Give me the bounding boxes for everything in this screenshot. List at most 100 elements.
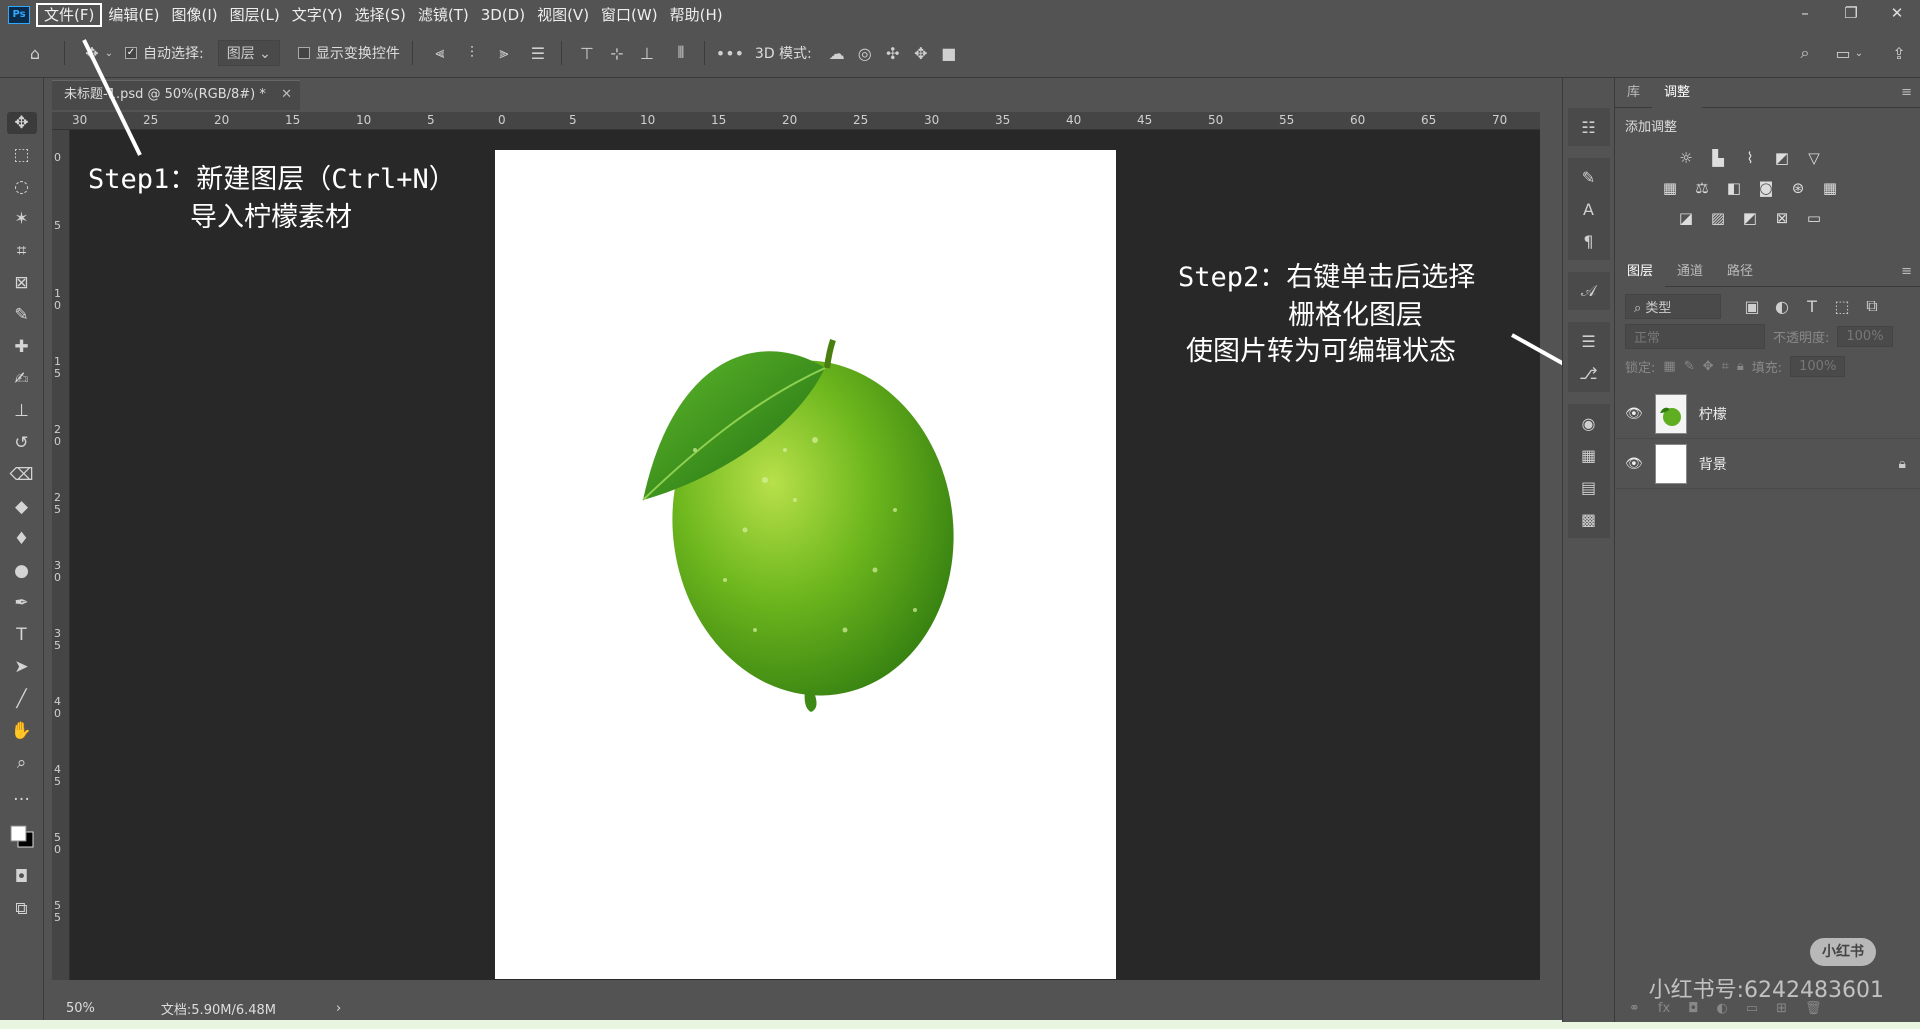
lock-all-icon[interactable]: 🔒︎: [1737, 359, 1744, 374]
frame-tool-icon[interactable]: ⊠: [7, 272, 37, 294]
menu-layer[interactable]: 图层(L): [224, 3, 286, 27]
minimize-button[interactable]: –: [1782, 0, 1828, 26]
menu-file[interactable]: 文件(F): [36, 2, 103, 27]
menu-edit[interactable]: 编辑(E): [102, 3, 165, 27]
marquee-tool-icon[interactable]: ⬚: [7, 144, 37, 166]
channel-mixer-icon[interactable]: ⊛: [1787, 177, 1809, 199]
align-bottom-icon[interactable]: ⊥: [636, 42, 658, 64]
filter-adjustment-icon[interactable]: ◐: [1771, 295, 1793, 317]
menu-window[interactable]: 窗口(W): [595, 3, 664, 27]
paragraph-icon[interactable]: ¶: [1578, 230, 1600, 252]
filter-shape-icon[interactable]: ⬚: [1831, 295, 1853, 317]
menu-type[interactable]: 文字(Y): [286, 3, 349, 27]
chevron-down-icon[interactable]: ⌄: [103, 42, 115, 64]
menu-3d[interactable]: 3D(D): [475, 3, 531, 27]
tab-channels[interactable]: 通道: [1665, 257, 1715, 287]
paint-bucket-tool-icon[interactable]: ◆: [7, 496, 37, 518]
paths-icon[interactable]: ⎇: [1578, 362, 1600, 384]
align-right-icon[interactable]: ⫸: [493, 42, 515, 64]
layer-row-background[interactable]: 👁︎ 背景 🔒︎: [1615, 439, 1920, 489]
threshold-icon[interactable]: ◩: [1739, 207, 1761, 229]
tab-paths[interactable]: 路径: [1715, 257, 1765, 287]
restore-button[interactable]: ❐: [1828, 0, 1874, 26]
brightness-icon[interactable]: ☼: [1675, 147, 1697, 169]
vibrance-icon[interactable]: ▽: [1803, 147, 1825, 169]
type-tool-icon[interactable]: T: [7, 624, 37, 646]
glyphs-icon[interactable]: 𝒜: [1578, 280, 1600, 302]
magic-wand-tool-icon[interactable]: ✶: [7, 208, 37, 230]
workspace-chevron-icon[interactable]: ⌄: [1848, 42, 1870, 64]
align-top-icon[interactable]: ⊤: [576, 42, 598, 64]
lock-artboard-icon[interactable]: ⌗: [1722, 359, 1729, 374]
document-tab[interactable]: 未标题-1.psd @ 50%(RGB/8#) * ✕: [52, 80, 300, 110]
stamp-tool-icon[interactable]: ⊥: [7, 400, 37, 422]
layer-row-lemon[interactable]: 👁︎ 柠檬: [1615, 389, 1920, 439]
tab-libraries[interactable]: 库: [1615, 78, 1652, 108]
menu-image[interactable]: 图像(I): [166, 3, 224, 27]
screen-mode-icon[interactable]: ⧉: [7, 898, 37, 920]
eyedropper-tool-icon[interactable]: ✎: [7, 304, 37, 326]
path-selection-tool-icon[interactable]: ➤: [7, 656, 37, 678]
invert-icon[interactable]: ◪: [1675, 207, 1697, 229]
zoom-level[interactable]: 50%: [66, 1001, 95, 1016]
home-icon[interactable]: ⌂: [24, 42, 46, 64]
menu-filter[interactable]: 滤镜(T): [412, 3, 475, 27]
visibility-eye-icon[interactable]: 👁︎: [1625, 456, 1643, 472]
align-left-icon[interactable]: ⫷: [429, 42, 451, 64]
selective-color-icon[interactable]: ⊠: [1771, 207, 1793, 229]
lock-image-icon[interactable]: ✎: [1684, 359, 1695, 374]
3d-camera-icon[interactable]: ■: [938, 42, 960, 64]
properties-icon[interactable]: ☷: [1578, 116, 1600, 138]
healing-brush-tool-icon[interactable]: ✚: [7, 336, 37, 358]
lock-position-icon[interactable]: ✥: [1703, 359, 1714, 374]
crop-tool-icon[interactable]: ⌗: [7, 240, 37, 262]
eraser-tool-icon[interactable]: ⌫: [7, 464, 37, 486]
color-lookup-icon[interactable]: ▦: [1819, 177, 1841, 199]
menu-view[interactable]: 视图(V): [531, 3, 595, 27]
exposure-icon[interactable]: ◩: [1771, 147, 1793, 169]
menu-select[interactable]: 选择(S): [349, 3, 412, 27]
3d-pan-icon[interactable]: ✣: [882, 42, 904, 64]
quick-mask-icon[interactable]: ◘: [7, 866, 37, 888]
swatches-icon[interactable]: ▦: [1578, 444, 1600, 466]
dodge-tool-icon[interactable]: ●: [7, 560, 37, 582]
hue-saturation-icon[interactable]: ▦: [1659, 177, 1681, 199]
menu-help[interactable]: 帮助(H): [664, 3, 729, 27]
3d-slide-icon[interactable]: ✥: [910, 42, 932, 64]
adjustments-sliders-icon[interactable]: ☰: [1578, 330, 1600, 352]
more-options-icon[interactable]: •••: [716, 42, 744, 64]
photo-filter-icon[interactable]: ◙: [1755, 177, 1777, 199]
lasso-tool-icon[interactable]: ◌: [7, 176, 37, 198]
color-palette-icon[interactable]: ◉: [1578, 412, 1600, 434]
document-canvas[interactable]: [495, 150, 1116, 979]
search-icon[interactable]: ⌕: [1794, 42, 1816, 64]
layer-name-background[interactable]: 背景: [1699, 454, 1727, 474]
close-tab-icon[interactable]: ✕: [281, 81, 292, 109]
color-balance-icon[interactable]: ⚖: [1691, 177, 1713, 199]
layer-name-lemon[interactable]: 柠檬: [1699, 404, 1727, 424]
distribute-icon[interactable]: ☰: [527, 42, 549, 64]
character-icon[interactable]: A: [1578, 198, 1600, 220]
history-brush-tool-icon[interactable]: ↺: [7, 432, 37, 454]
layers-panel-menu-icon[interactable]: ≡: [1901, 264, 1912, 279]
filter-smart-object-icon[interactable]: ⧉: [1861, 295, 1883, 317]
hand-tool-icon[interactable]: ✋: [7, 720, 37, 742]
curves-icon[interactable]: ⌇: [1739, 147, 1761, 169]
line-tool-icon[interactable]: ╱: [7, 688, 37, 710]
auto-select-checkbox[interactable]: ✓: [125, 47, 137, 59]
blur-tool-icon[interactable]: ♦: [7, 528, 37, 550]
zoom-tool-icon[interactable]: ⌕: [7, 752, 37, 774]
posterize-icon[interactable]: ▨: [1707, 207, 1729, 229]
color-swatches-icon[interactable]: [7, 816, 37, 856]
panel-menu-icon[interactable]: ≡: [1901, 85, 1912, 100]
3d-orbit-icon[interactable]: ☁: [826, 42, 848, 64]
align-center-icon[interactable]: ⫶: [461, 42, 483, 64]
gradients-icon[interactable]: ▤: [1578, 476, 1600, 498]
layer-filter-dropdown[interactable]: ⌕ 类型: [1625, 293, 1721, 319]
link-layers-icon[interactable]: ⚭: [1629, 1001, 1640, 1016]
filter-type-icon[interactable]: T: [1801, 295, 1823, 317]
blend-mode-dropdown[interactable]: 正常: [1625, 323, 1765, 349]
fill-field[interactable]: 100%: [1790, 355, 1846, 377]
pen-tool-icon[interactable]: ✒: [7, 592, 37, 614]
more-tools-icon[interactable]: …: [7, 784, 37, 806]
